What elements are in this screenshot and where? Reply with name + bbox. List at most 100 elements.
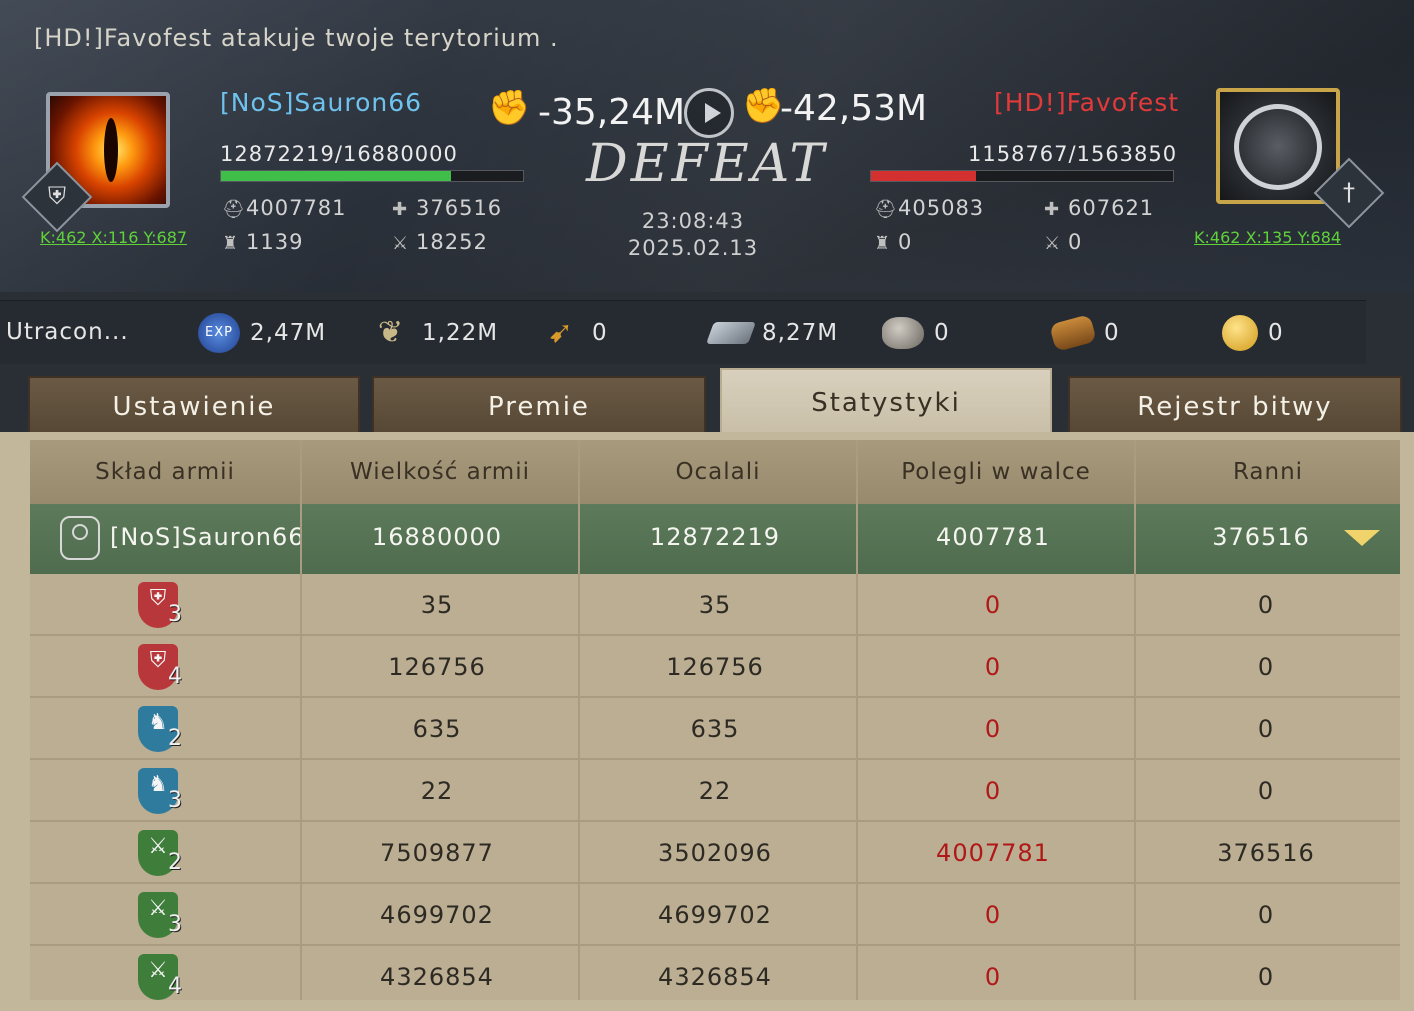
- replay-button[interactable]: [684, 88, 734, 138]
- unit-icon: ♞ 3: [138, 768, 182, 814]
- player-row-survived: 12872219: [649, 523, 781, 551]
- iron-icon: [705, 322, 757, 344]
- tab-statystyki[interactable]: Statystyki: [720, 368, 1052, 436]
- unit-size: 126756: [388, 653, 486, 681]
- unit-survived: 35: [698, 591, 732, 619]
- header-army-size: Wielkość armii: [302, 440, 580, 504]
- unit-size: 4326854: [380, 963, 494, 991]
- unit-tier: 2: [168, 726, 182, 751]
- header-survivors: Ocalali: [580, 440, 858, 504]
- unit-survived: 22: [698, 777, 732, 805]
- unit-survived: 4326854: [658, 963, 772, 991]
- unit-wounded: 0: [1257, 653, 1275, 681]
- crossed-swords-icon: ⚔: [1044, 233, 1062, 254]
- attacker-traps: ♜ 1139: [222, 230, 304, 254]
- column-divider: [856, 440, 858, 1000]
- tower-icon: ♜: [874, 233, 892, 254]
- attacker-dead: ⛑4007781: [222, 196, 347, 220]
- crossed-swords-icon: ⚔: [392, 233, 410, 254]
- unit-icon: ⛨ 4: [138, 644, 182, 690]
- tab-rejestr-bitwy[interactable]: Rejestr bitwy: [1068, 376, 1402, 434]
- unit-icon: ⚔ 2: [138, 830, 182, 876]
- unit-icon: ⛨ 3: [138, 582, 182, 628]
- defender-troops-bar: [870, 170, 1174, 182]
- fist-icon: ✊: [488, 88, 531, 128]
- player-avatar-icon: [60, 516, 100, 560]
- unit-survived: 126756: [666, 653, 764, 681]
- statistics-panel: Skład armii Wielkość armii Ocalali Poleg…: [0, 432, 1414, 1011]
- unit-size: 635: [412, 715, 462, 743]
- attacker-coords[interactable]: K:462 X:116 Y:687: [40, 228, 187, 247]
- unit-icon: ⚔ 4: [138, 954, 182, 1000]
- tower-icon: ♜: [222, 233, 240, 254]
- defender-dead: ⛑405083: [874, 196, 985, 220]
- stone-icon: [882, 317, 924, 349]
- infantry-icon: ⛨ 3: [138, 582, 182, 628]
- unit-icon: ♞ 2: [138, 706, 182, 752]
- loss-feather: ➹ 0: [540, 313, 608, 353]
- resource-losses-bar: Utracon... EXP 2,47M ❦ 1,22M ➹ 0 8,27M 0 0 …: [0, 300, 1366, 365]
- unit-survived: 635: [690, 715, 740, 743]
- report-tabs: Ustawienie Premie Statystyki Rejestr bit…: [0, 364, 1414, 436]
- attacker-killed: ⚔ 18252: [392, 230, 488, 254]
- unit-killed: 0: [984, 715, 1002, 743]
- player-row-killed: 4007781: [936, 523, 1050, 551]
- defender-traps: ♜ 0: [874, 230, 913, 254]
- header-army-composition: Skład armii: [30, 440, 302, 504]
- unit-killed: 4007781: [936, 839, 1050, 867]
- player-row-name: [NoS]Sauron66: [110, 523, 305, 551]
- unit-wounded: 376516: [1217, 839, 1315, 867]
- laurel-icon: ❦: [377, 315, 405, 350]
- cross-icon: ✚: [1044, 199, 1061, 220]
- table-row: ⚔ 2 7509877 3502096 4007781 376516: [30, 822, 1400, 884]
- table-row: ⛨ 3 35 35 0 0: [30, 574, 1400, 636]
- attacker-troops-bar: [220, 170, 524, 182]
- unit-tier: 2: [168, 850, 182, 875]
- statistics-table[interactable]: Skład armii Wielkość armii Ocalali Poleg…: [30, 440, 1400, 1000]
- defender-troops: 1158767/1563850: [968, 142, 1178, 166]
- helmet-icon: ⛑: [874, 199, 898, 220]
- unit-killed: 0: [984, 653, 1002, 681]
- cross-icon: ✚: [392, 199, 409, 220]
- attacker-wounded: ✚ 376516: [392, 196, 503, 220]
- table-row: ♞ 3 22 22 0 0: [30, 760, 1400, 822]
- unit-survived: 4699702: [658, 901, 772, 929]
- defender-name[interactable]: [HD!]Favofest: [994, 88, 1179, 117]
- loss-stone: 0: [882, 313, 950, 353]
- archer-icon: ⚔ 3: [138, 892, 182, 938]
- unit-survived: 3502096: [658, 839, 772, 867]
- loss-gold: 0: [1222, 313, 1284, 353]
- loss-wood: 0: [1049, 313, 1120, 353]
- player-summary-row[interactable]: [NoS]Sauron66 16880000 12872219 4007781 …: [30, 504, 1400, 574]
- archer-icon: ⚔ 2: [138, 830, 182, 876]
- unit-size: 35: [420, 591, 454, 619]
- attack-notification: [HD!]Favofest atakuje twoje terytorium .: [34, 24, 559, 52]
- table-header: Skład armii Wielkość armii Ocalali Poleg…: [30, 440, 1400, 504]
- loss-laurel: ❦ 1,22M: [370, 313, 498, 353]
- defender-coords[interactable]: K:462 X:135 Y:684: [1194, 228, 1341, 247]
- cavalry-icon: ♞ 3: [138, 768, 182, 814]
- table-row: ⛨ 4 126756 126756 0 0: [30, 636, 1400, 698]
- expand-chevron-down-icon[interactable]: [1344, 530, 1380, 546]
- wood-icon: [1049, 314, 1097, 352]
- unit-wounded: 0: [1257, 591, 1275, 619]
- unit-killed: 0: [984, 901, 1002, 929]
- loss-exp: EXP 2,47M: [198, 313, 326, 353]
- battle-result: DEFEAT: [586, 134, 828, 194]
- column-divider: [300, 440, 302, 1000]
- unit-wounded: 0: [1257, 715, 1275, 743]
- unit-size: 22: [420, 777, 454, 805]
- header-wounded: Ranni: [1232, 459, 1304, 485]
- attacker-name[interactable]: [NoS]Sauron66: [220, 88, 422, 117]
- feather-icon: ➹: [547, 315, 575, 350]
- column-divider: [578, 440, 580, 1000]
- losses-label[interactable]: Utracon...: [6, 319, 129, 345]
- column-divider: [1134, 440, 1136, 1000]
- battle-report-header: [HD!]Favofest atakuje twoje terytorium .…: [0, 0, 1414, 292]
- unit-size: 7509877: [380, 839, 494, 867]
- attacker-troops: 12872219/16880000: [220, 142, 458, 166]
- unit-killed: 0: [984, 963, 1002, 991]
- player-row-size: 16880000: [371, 523, 503, 551]
- tab-ustawienie[interactable]: Ustawienie: [28, 376, 360, 434]
- tab-premie[interactable]: Premie: [372, 376, 706, 434]
